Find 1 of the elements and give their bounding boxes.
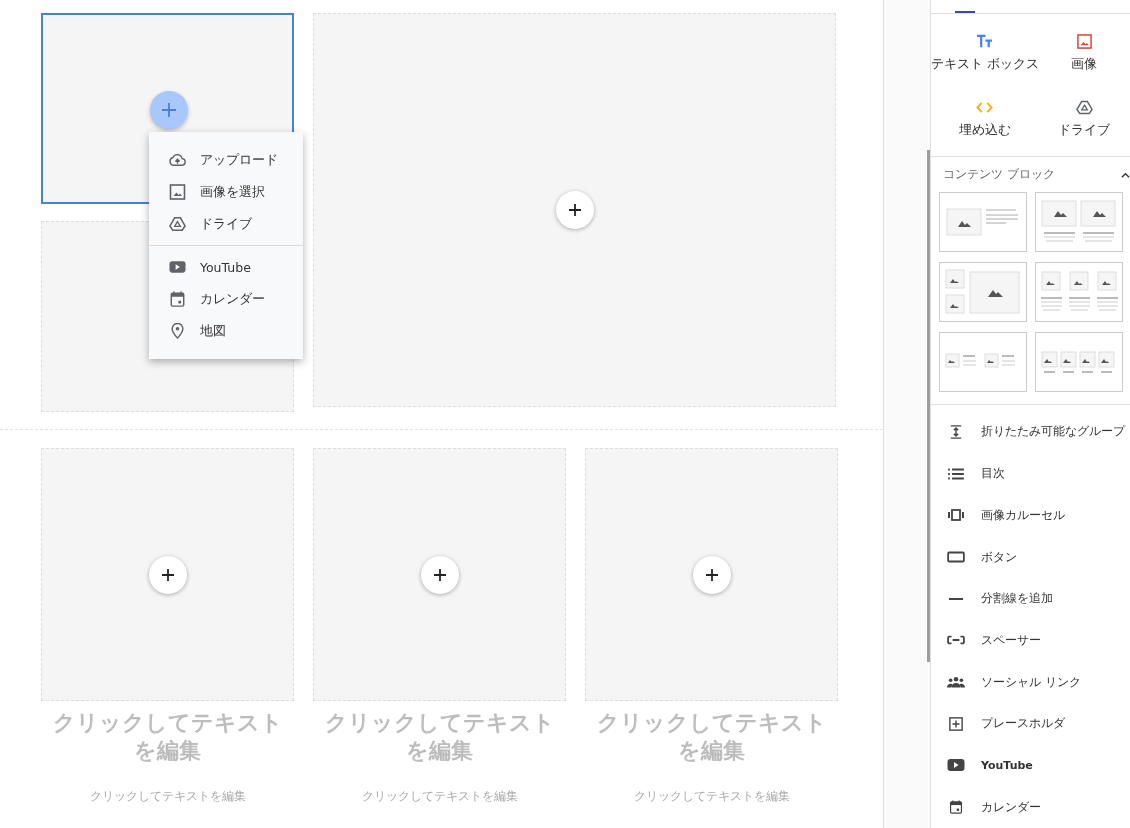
section-title: コンテンツ ブロック bbox=[943, 167, 1055, 183]
